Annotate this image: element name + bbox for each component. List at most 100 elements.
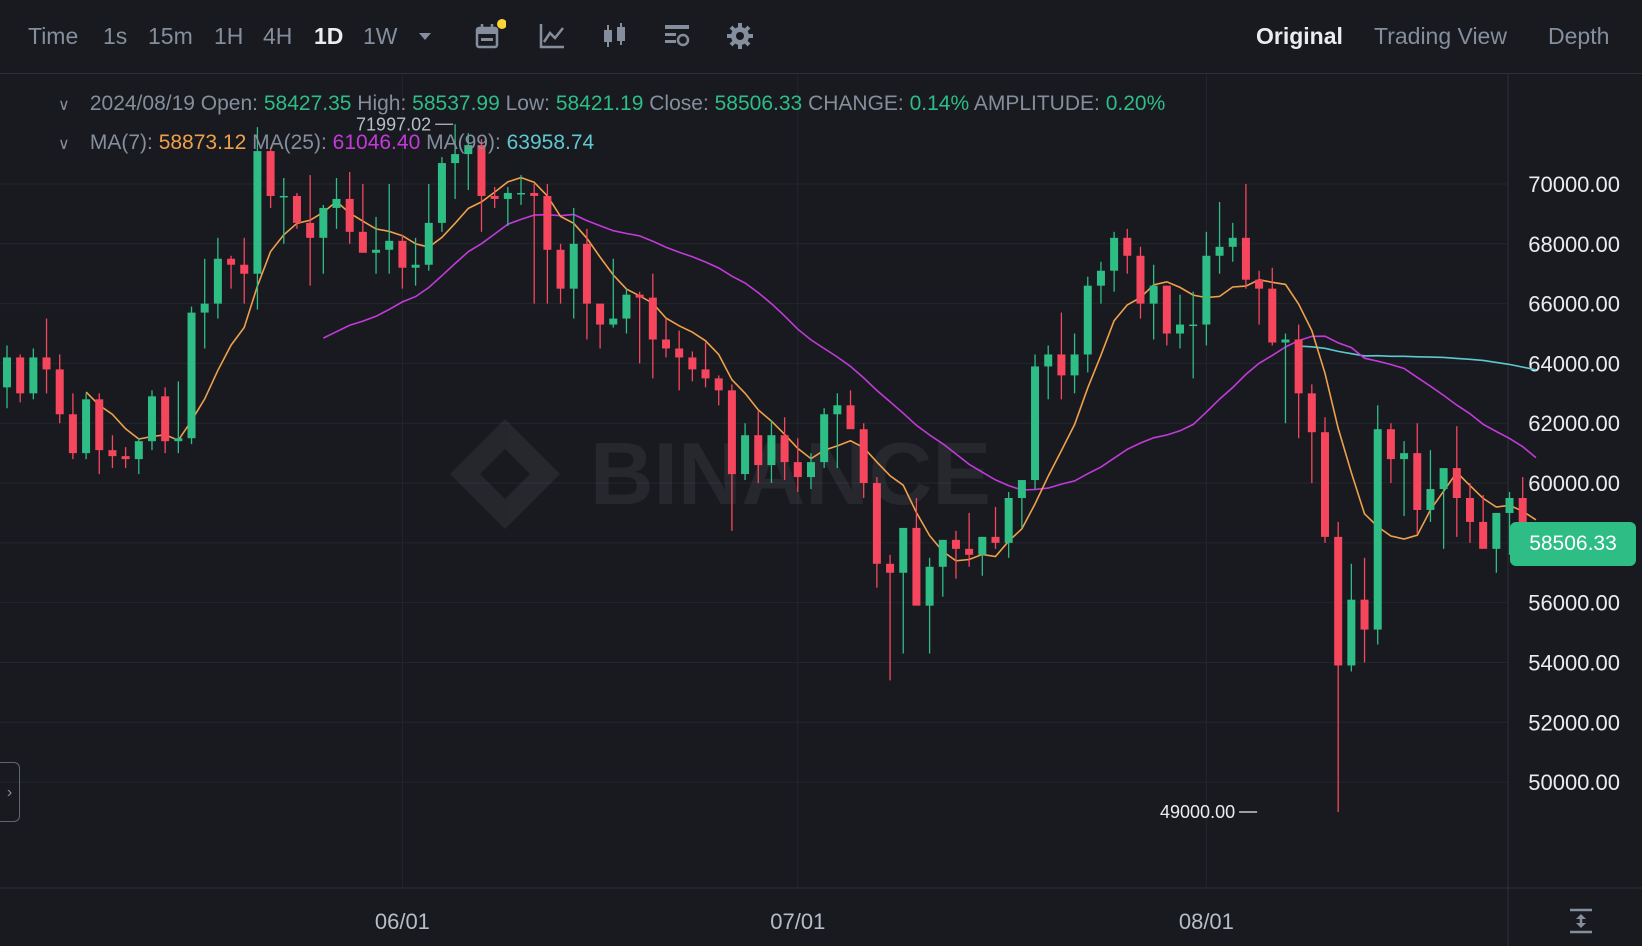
candle-body	[1268, 288, 1277, 343]
candle-body	[1255, 279, 1264, 289]
candle-body	[1452, 468, 1461, 498]
y-tick-label: 70000.00	[1528, 172, 1620, 197]
settings-icon[interactable]	[723, 19, 757, 53]
high-label: High:	[357, 92, 407, 115]
ma99-value: 63958.74	[506, 131, 595, 154]
candle-body	[1307, 393, 1316, 433]
candle-body	[1057, 354, 1066, 376]
timeframe-1s[interactable]: 1s	[103, 18, 127, 54]
timeframe-1h[interactable]: 1H	[214, 18, 243, 54]
candle-body	[582, 243, 591, 304]
candle-body	[1426, 489, 1435, 510]
view-trading-view[interactable]: Trading View	[1374, 18, 1507, 54]
x-tick-label: 06/01	[375, 909, 430, 934]
candle-body	[938, 539, 947, 567]
candle-body	[1241, 237, 1250, 280]
candle-body	[253, 151, 262, 274]
candle-body	[95, 399, 104, 451]
candle-body	[806, 462, 815, 478]
timeframe-4h[interactable]: 4H	[263, 18, 292, 54]
candle-body	[1149, 285, 1158, 304]
candle-body	[622, 294, 631, 319]
timeframe-15m[interactable]: 15m	[148, 18, 193, 54]
candle-body	[1044, 354, 1053, 367]
candle-body	[543, 195, 552, 250]
open-label: Open:	[200, 92, 259, 115]
view-depth[interactable]: Depth	[1548, 18, 1609, 54]
candle-body	[306, 222, 315, 238]
caret-down-icon[interactable]	[408, 19, 442, 53]
indicator-icon[interactable]	[535, 19, 569, 53]
low-marker-label: 49000.00	[1160, 802, 1235, 822]
candle-body	[1334, 536, 1343, 666]
candle-body	[991, 536, 1000, 543]
candle-body	[569, 243, 578, 289]
y-tick-label: 64000.00	[1528, 351, 1620, 376]
amplitude-value: 0.20%	[1105, 92, 1166, 115]
candle-body	[846, 405, 855, 430]
candle-body	[121, 456, 130, 460]
candle-body	[714, 378, 723, 391]
candle-body	[1083, 285, 1092, 355]
candle-body	[1413, 453, 1422, 510]
candle-body	[925, 566, 934, 606]
candle-body	[635, 294, 644, 298]
timeframe-1w[interactable]: 1W	[363, 18, 398, 54]
view-original[interactable]: Original	[1256, 18, 1343, 54]
y-tick-label: 68000.00	[1528, 232, 1620, 257]
expand-sidebar-button[interactable]: ›	[0, 762, 20, 822]
candle-body	[134, 441, 143, 460]
candle-body	[1281, 339, 1290, 343]
candle-body	[424, 222, 433, 265]
calendar-icon[interactable]	[472, 19, 506, 53]
layout-icon[interactable]	[660, 19, 694, 53]
candle-body	[147, 396, 156, 442]
candle-body	[1136, 255, 1145, 304]
candle-body	[1465, 498, 1474, 522]
candle-body	[793, 462, 802, 478]
amplitude-label: AMPLITUDE:	[973, 92, 1100, 115]
candle-body	[1017, 480, 1026, 498]
candle-body	[240, 264, 249, 274]
candle-body	[161, 396, 170, 442]
candle-body	[213, 258, 222, 304]
ma-legend: ∨ MA(7): 58873.12 MA(25): 61046.40 MA(99…	[58, 128, 594, 158]
candle-body	[372, 249, 381, 253]
ma25-label: MA(25):	[252, 131, 327, 154]
candle-body	[332, 198, 341, 208]
candle-body	[292, 195, 301, 223]
candle-body	[609, 318, 618, 325]
ma25-value: 61046.40	[332, 131, 421, 154]
candle-body	[899, 527, 908, 573]
low-value: 58421.19	[555, 92, 644, 115]
binance-watermark: BINANCE	[450, 419, 991, 529]
y-tick-label: 62000.00	[1528, 411, 1620, 436]
candle-body	[688, 357, 697, 370]
candle-body	[29, 357, 38, 394]
timeframe-1d[interactable]: 1D	[314, 18, 343, 54]
ma99-label: MA(99):	[426, 131, 501, 154]
candlestick-chart[interactable]: 70000.00 68000.00 66000.00 64000.00 62000.00…	[0, 74, 1642, 946]
candle-body	[385, 240, 394, 250]
candle-body	[1479, 521, 1488, 549]
candle-body	[767, 435, 776, 466]
candle-body	[55, 369, 64, 415]
candle-body	[596, 303, 605, 325]
auto-scale-icon[interactable]	[1566, 906, 1596, 936]
timeframe-time[interactable]: Time	[28, 18, 78, 54]
collapse-ma-icon[interactable]: ∨	[58, 130, 74, 160]
candle-body	[16, 357, 25, 394]
candle-body	[1110, 237, 1119, 271]
candle-body	[279, 195, 288, 198]
candle-body	[358, 231, 367, 253]
candle-body	[1176, 324, 1185, 334]
candle-body	[648, 297, 657, 340]
candle-body	[530, 192, 539, 196]
candle-body	[820, 414, 829, 463]
candle-body	[1294, 339, 1303, 394]
collapse-ohlc-icon[interactable]: ∨	[58, 91, 74, 121]
close-value: 58506.33	[714, 92, 803, 115]
y-tick-label: 54000.00	[1528, 650, 1620, 675]
candle-type-icon[interactable]	[598, 19, 632, 53]
candle-body	[859, 429, 868, 484]
